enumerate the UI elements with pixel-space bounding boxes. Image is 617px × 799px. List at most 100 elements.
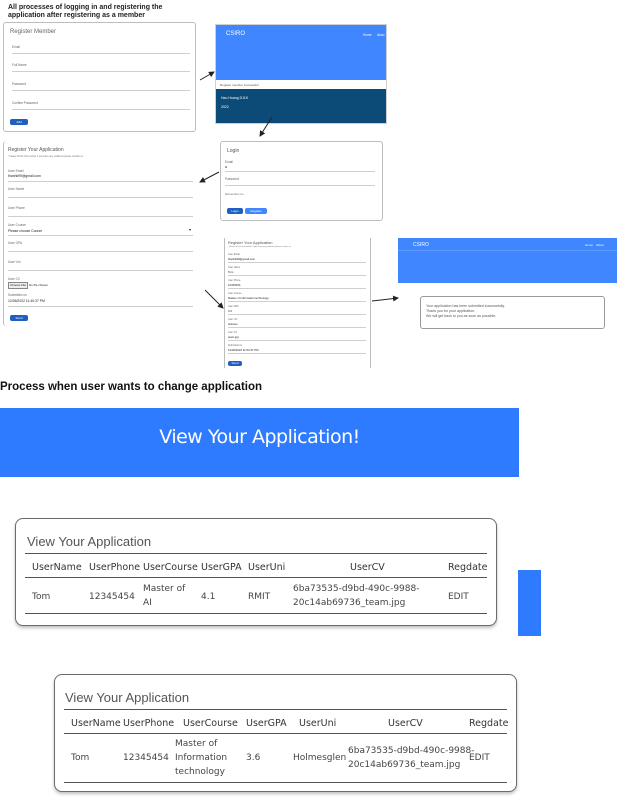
col-userphone: UserPhone	[89, 562, 141, 573]
user-phone-label: User Phone	[8, 206, 25, 210]
row-1-course-line-1: Master of	[143, 584, 186, 594]
row-1-edit-link[interactable]: EDIT	[448, 592, 469, 602]
remember-me-checkbox[interactable]: Remember me	[225, 192, 244, 196]
card-2-top-line	[64, 709, 507, 710]
filled-field-label: User Email	[228, 253, 240, 256]
col2-useruni: UserUni	[299, 718, 337, 729]
arrow-member-to-home	[199, 71, 215, 81]
user-cv-label: User CV	[8, 277, 21, 281]
user-course-line	[8, 235, 193, 236]
col-usercv: UserCV	[350, 562, 385, 573]
send-button[interactable]: Send	[10, 315, 28, 321]
banner-title: View Your Application!	[159, 426, 360, 448]
row-2-course-line-2: Information	[175, 753, 228, 763]
no-file-chosen-text: No file chosen	[29, 283, 49, 287]
row-2-phone: 12345454	[123, 753, 169, 763]
col-usergpa: UserGPA	[201, 562, 242, 573]
filled-field-label: Submitted on	[228, 344, 243, 347]
register-application-subtitle: * please fill the form below, if you hav…	[8, 155, 83, 158]
login-email-label: Email	[225, 160, 233, 164]
row-2-name: Tom	[71, 753, 90, 763]
filled-subtitle: * please fill the form below, if you hav…	[228, 246, 291, 248]
card-2-title: View Your Application	[65, 690, 190, 705]
register-application-empty-panel: Register Your Application * please fill …	[3, 141, 196, 326]
login-email-line	[225, 171, 375, 172]
user-uni-label: User Uni	[8, 260, 21, 264]
arrow-register-to-filled	[204, 289, 224, 309]
filled-field-value[interactable]: 12345454	[228, 283, 240, 287]
row-2-cv-line-1: 6ba73535-d9bd-490c-9988-	[348, 746, 475, 756]
choose-file-button[interactable]: Choose File	[8, 282, 28, 289]
filled-field-label: User Name	[228, 266, 241, 269]
row-2-edit-link[interactable]: EDIT	[469, 753, 490, 763]
view-application-card-2: View Your Application UserName UserPhone…	[54, 674, 517, 792]
user-phone-field[interactable]	[8, 216, 193, 217]
card-1-top-line	[25, 553, 487, 554]
user-uni-field[interactable]	[8, 270, 193, 271]
view-application-banner: View Your Application!	[0, 408, 519, 477]
filled-field-line	[228, 340, 366, 341]
submitted-on-value: 12/06/2022 11:40:37 PM	[8, 299, 45, 303]
user-gpa-field[interactable]	[8, 251, 193, 252]
submitted-nav-home[interactable]: Home	[585, 243, 593, 247]
filled-title: Register Your Application	[228, 240, 273, 245]
col2-usergpa: UserGPA	[246, 718, 287, 729]
filled-field-line	[228, 288, 366, 289]
arrow-filled-to-submitted	[371, 295, 399, 302]
scroll-strip	[518, 570, 541, 636]
user-email-input[interactable]: thanhk99@gmail.com	[8, 174, 41, 178]
register-application-title: Register Your Application	[8, 147, 64, 153]
login-title: Login	[227, 148, 240, 154]
submitted-line-2: Thank you for your application.	[426, 309, 476, 313]
user-name-label: User Name	[8, 187, 25, 191]
register-application-filled-panel: Register Your Application * please fill …	[224, 238, 371, 368]
col2-usercv: UserCV	[388, 718, 423, 729]
card-2-bottom-line	[64, 782, 507, 783]
filled-field-label: User CV	[228, 331, 238, 334]
submitted-on-label: Submitted on	[8, 293, 27, 297]
filled-field-line	[228, 301, 366, 302]
submitted-nav-about[interactable]: About	[596, 243, 604, 247]
row-1-course-line-2: AI	[143, 598, 152, 608]
user-gpa-label: User GPA	[8, 241, 23, 245]
filled-field-label: User Phone	[228, 279, 241, 282]
row-1-phone: 12345454	[89, 592, 135, 602]
card-2-header-line	[64, 733, 507, 734]
col-regdate: Regdate	[448, 562, 488, 573]
login-email-input[interactable]: a	[225, 165, 227, 169]
row-1-cv-line-1: 6ba73535-d9bd-490c-9988-	[293, 584, 420, 594]
login-button[interactable]: Login	[227, 208, 243, 214]
filled-field-line	[228, 314, 366, 315]
filled-send-button[interactable]: Send	[228, 361, 242, 366]
user-name-field[interactable]	[8, 197, 193, 198]
user-course-select[interactable]: Please choose Course	[8, 229, 42, 233]
filled-field-value[interactable]: Master of Information technology	[228, 296, 269, 300]
chevron-down-icon: ▾	[189, 227, 192, 232]
login-password-field[interactable]	[225, 185, 375, 186]
register-button[interactable]: Register	[245, 208, 267, 214]
filled-field-value[interactable]: Tom	[228, 270, 233, 274]
filled-field-value[interactable]: team.jpg	[228, 335, 239, 339]
row-2-gpa: 3.6	[246, 753, 261, 763]
arrow-login-to-register	[199, 171, 220, 183]
filled-field-value[interactable]: 12/06/2022 11:54:37 PM	[228, 348, 258, 352]
col2-regdate: Regdate	[469, 718, 509, 729]
csiro-submitted-window: CSIRO Home About	[398, 238, 617, 283]
col2-userphone: UserPhone	[123, 718, 175, 729]
login-panel: Login Email a Password Remember me Login…	[220, 141, 383, 221]
row-1-name: Tom	[32, 592, 51, 602]
filled-field-label: User Course	[228, 292, 242, 295]
row-2-course-line-3: technology	[175, 767, 225, 777]
user-email-line	[8, 181, 193, 182]
filled-field-line	[228, 353, 366, 354]
filled-field-value[interactable]: Holmes	[228, 322, 237, 326]
filled-field-line	[228, 262, 366, 263]
col-username: UserName	[32, 562, 82, 573]
row-1-cv-line-2: 20c14ab69736_team.jpg	[293, 598, 406, 608]
filled-field-value[interactable]: thanhk99@gmail.com	[228, 257, 255, 261]
csiro-submitted-brand[interactable]: CSIRO	[413, 242, 429, 248]
login-password-label: Password	[225, 177, 239, 181]
submitted-line-1: Your application has been submitted succ…	[426, 304, 505, 308]
col2-username: UserName	[71, 718, 121, 729]
filled-field-value[interactable]: 3.6	[228, 309, 232, 313]
